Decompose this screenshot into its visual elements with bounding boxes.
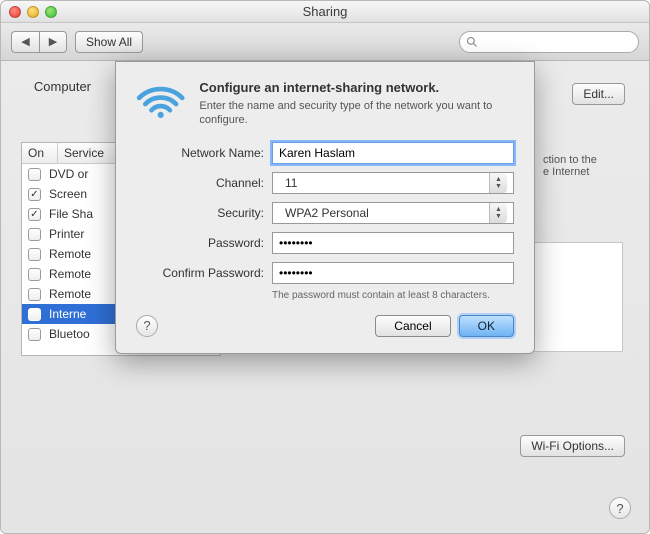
password-label: Password: — [136, 236, 264, 250]
cancel-button[interactable]: Cancel — [375, 315, 450, 337]
channel-select[interactable]: 11 ▲▼ — [272, 172, 514, 194]
col-on: On — [22, 143, 58, 163]
sheet-sub: Enter the name and security type of the … — [199, 99, 514, 128]
security-select[interactable]: WPA2 Personal ▲▼ — [272, 202, 514, 224]
checkbox[interactable] — [28, 208, 41, 221]
sheet-heading: Configure an internet-sharing network. — [199, 80, 514, 95]
network-name-field[interactable] — [272, 142, 514, 164]
search-input[interactable] — [459, 31, 639, 53]
list-item-label: Bluetoo — [49, 327, 90, 341]
checkbox[interactable] — [28, 248, 41, 261]
sheet-help-button[interactable]: ? — [136, 315, 158, 337]
forward-button[interactable]: ▶ — [39, 31, 67, 53]
password-field[interactable] — [272, 232, 514, 254]
help-button[interactable]: ? — [609, 497, 631, 519]
checkbox[interactable] — [28, 188, 41, 201]
checkbox[interactable] — [28, 308, 41, 321]
security-label: Security: — [136, 206, 264, 220]
checkbox[interactable] — [28, 328, 41, 341]
toolbar: ◀ ▶ Show All — [1, 23, 649, 61]
right-hint: ction to the e Internet — [543, 154, 633, 178]
checkbox[interactable] — [28, 228, 41, 241]
ok-button[interactable]: OK — [459, 315, 514, 337]
titlebar: Sharing — [1, 1, 649, 23]
back-button[interactable]: ◀ — [11, 31, 39, 53]
network-name-label: Network Name: — [136, 146, 264, 160]
confirm-password-field[interactable] — [272, 262, 514, 284]
list-item-label: File Sha — [49, 207, 93, 221]
checkbox[interactable] — [28, 168, 41, 181]
computer-label: Computer — [21, 79, 91, 94]
zoom-icon[interactable] — [45, 6, 57, 18]
nav-segment: ◀ ▶ — [11, 31, 67, 53]
wifi-options-button[interactable]: Wi-Fi Options... — [520, 435, 625, 457]
list-item-label: Screen — [49, 187, 87, 201]
checkbox[interactable] — [28, 268, 41, 281]
list-item-label: Remote — [49, 287, 91, 301]
show-all-button[interactable]: Show All — [75, 31, 143, 53]
search-icon — [466, 36, 478, 48]
password-hint: The password must contain at least 8 cha… — [272, 290, 514, 301]
window-title: Sharing — [303, 4, 348, 19]
checkbox[interactable] — [28, 288, 41, 301]
channel-label: Channel: — [136, 176, 264, 190]
close-icon[interactable] — [9, 6, 21, 18]
edit-button[interactable]: Edit... — [572, 83, 625, 105]
list-item-label: Interne — [49, 307, 86, 321]
wifi-icon — [136, 80, 185, 122]
list-item-label: Remote — [49, 267, 91, 281]
confirm-password-label: Confirm Password: — [136, 266, 264, 280]
minimize-icon[interactable] — [27, 6, 39, 18]
stepper-icon: ▲▼ — [489, 203, 507, 223]
list-item-label: Printer — [49, 227, 84, 241]
list-item-label: Remote — [49, 247, 91, 261]
sheet-header: Configure an internet-sharing network. E… — [136, 80, 514, 128]
sharing-window: Sharing ◀ ▶ Show All Computer Edit... On… — [0, 0, 650, 534]
configure-sheet: Configure an internet-sharing network. E… — [115, 61, 535, 354]
list-item-label: DVD or — [49, 167, 88, 181]
traffic-lights — [9, 6, 57, 18]
sheet-footer: ? Cancel OK — [136, 315, 514, 337]
stepper-icon: ▲▼ — [489, 173, 507, 193]
